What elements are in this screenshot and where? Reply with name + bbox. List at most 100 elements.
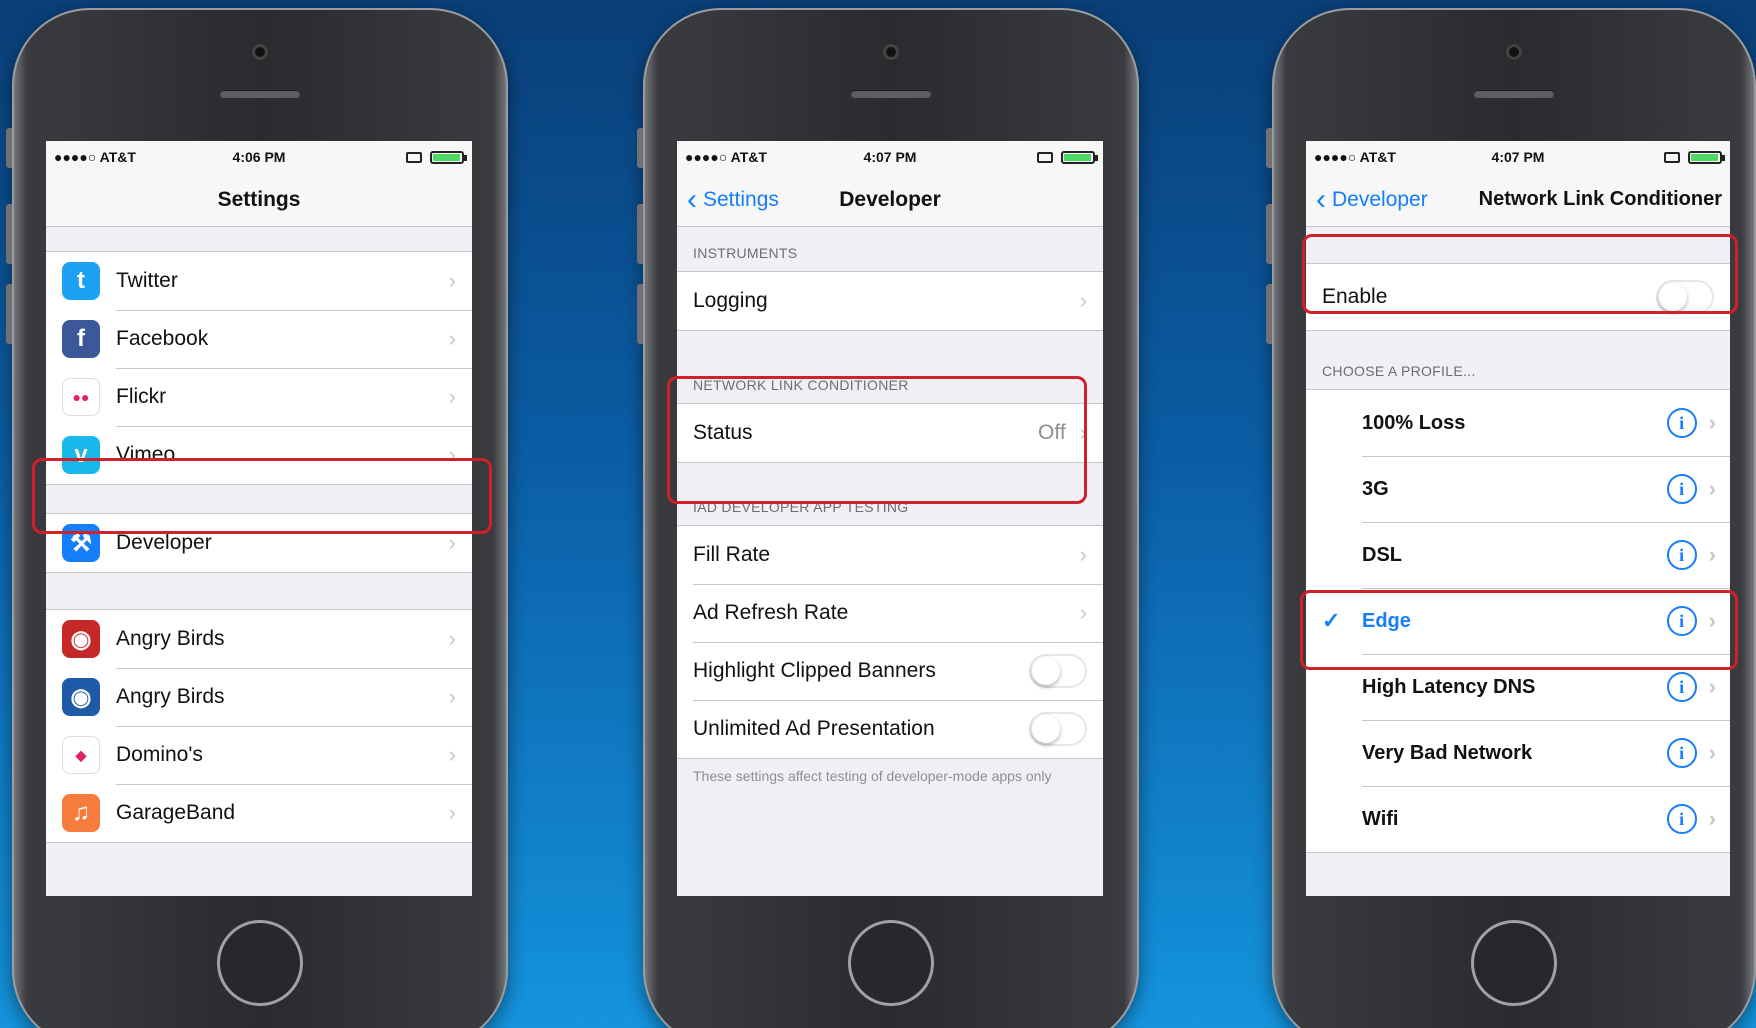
unlimited-ad-label: Unlimited Ad Presentation (693, 717, 935, 740)
profile-label: Wifi (1362, 807, 1399, 830)
settings-item-label: Angry Birds (116, 685, 225, 708)
chevron-right-icon: › (448, 384, 456, 409)
angry-birds-icon: ◉ (62, 678, 100, 716)
page-title: Settings (217, 187, 301, 211)
facebook-icon: f (62, 320, 100, 358)
chevron-left-icon: ‹ (1316, 182, 1326, 216)
home-button[interactable] (1471, 920, 1557, 1006)
chevron-right-icon: › (1708, 806, 1716, 831)
profile-label: 3G (1362, 477, 1389, 500)
profile-row[interactable]: Wifi i › (1306, 786, 1730, 852)
info-icon[interactable]: i (1666, 474, 1697, 504)
volume-down-button (6, 284, 12, 344)
garageband-icon: ♫ (62, 794, 100, 832)
chevron-right-icon: › (448, 626, 456, 651)
unlimited-ad-toggle[interactable] (1029, 712, 1087, 746)
settings-item-domino-s[interactable]: ◆ Domino's › (46, 726, 472, 784)
settings-item-label: GarageBand (116, 801, 236, 824)
profile-row[interactable]: Very Bad Network i › (1306, 720, 1730, 786)
profile-label: Very Bad Network (1362, 741, 1533, 764)
flickr-icon: ●● (62, 378, 100, 416)
ad-refresh-label: Ad Refresh Rate (693, 601, 849, 624)
settings-item-label: Facebook (116, 327, 209, 350)
footer-note: These settings affect testing of develop… (693, 768, 1052, 784)
settings-item-label: Angry Birds (116, 627, 225, 650)
mute-switch (1266, 128, 1272, 168)
info-icon[interactable]: i (1666, 738, 1697, 768)
settings-item-flickr[interactable]: ●● Flickr › (46, 368, 472, 426)
chevron-right-icon: › (448, 268, 456, 293)
highlight-banners-toggle[interactable] (1029, 654, 1087, 688)
profile-row[interactable]: 3G i › (1306, 456, 1730, 522)
fill-rate-row[interactable]: Fill Rate › (677, 526, 1103, 584)
info-icon[interactable]: i (1666, 408, 1697, 438)
battery-icon (1688, 150, 1725, 164)
navigation-bar: Settings (46, 173, 472, 227)
back-label: Settings (703, 187, 779, 211)
apps-group: ◉ Angry Birds › ◉ Angry Birds › ◆ Domino's › ♫ Gar… (46, 609, 472, 843)
mute-switch (6, 128, 12, 168)
settings-item-label: Developer (116, 531, 212, 554)
volume-up-button (637, 204, 643, 264)
settings-item-label: Flickr (116, 385, 167, 408)
chevron-right-icon: › (1708, 410, 1716, 435)
settings-item-twitter[interactable]: t Twitter › (46, 252, 472, 310)
front-camera (252, 44, 268, 60)
status-bar: ●●●●○ AT&T 4:07 PM (1306, 141, 1730, 173)
front-camera (883, 44, 899, 60)
earpiece-speaker (851, 90, 931, 98)
info-icon[interactable]: i (1666, 804, 1697, 834)
phone-settings: ●●●●○ AT&T 4:06 PM Settings t Twitter › f Fa… (6, 8, 508, 1028)
back-button[interactable]: ‹ Developer (1306, 182, 1428, 216)
volume-up-button (6, 204, 12, 264)
mute-switch (637, 128, 643, 168)
profile-row[interactable]: 100% Loss i › (1306, 390, 1730, 456)
settings-item-garageband[interactable]: ♫ GarageBand › (46, 784, 472, 842)
profile-row[interactable]: DSL i › (1306, 522, 1730, 588)
back-button[interactable]: ‹ Settings (677, 182, 779, 216)
fill-rate-label: Fill Rate (693, 543, 771, 566)
status-bar: ●●●●○ AT&T 4:06 PM (46, 141, 472, 173)
clock: 4:07 PM (863, 149, 917, 165)
profile-label: DSL (1362, 543, 1402, 566)
settings-item-angry-birds[interactable]: ◉ Angry Birds › (46, 668, 472, 726)
chevron-right-icon: › (1079, 542, 1087, 567)
edge-highlight (1300, 590, 1738, 670)
instruments-group: Logging › (677, 271, 1103, 331)
settings-item-angry-birds[interactable]: ◉ Angry Birds › (46, 610, 472, 668)
developer-highlight (32, 458, 492, 534)
settings-item-label: Twitter (116, 269, 178, 292)
chevron-right-icon: › (1708, 476, 1716, 501)
profile-label: 100% Loss (1362, 411, 1466, 434)
page-title: Network Link Conditioner (1478, 188, 1722, 210)
volume-down-button (637, 284, 643, 344)
nlc-highlight (667, 376, 1087, 504)
navigation-bar: ‹ Developer Network Link Conditioner (1306, 173, 1730, 227)
chevron-right-icon: › (1708, 740, 1716, 765)
chevron-right-icon: › (1708, 674, 1716, 699)
settings-item-facebook[interactable]: f Facebook › (46, 310, 472, 368)
section-header-profile: CHOOSE A PROFILE... (1322, 363, 1476, 379)
earpiece-speaker (1474, 90, 1554, 98)
home-button[interactable] (848, 920, 934, 1006)
chevron-left-icon: ‹ (687, 182, 697, 216)
navigation-bar: ‹ Settings Developer (677, 173, 1103, 227)
ad-refresh-row[interactable]: Ad Refresh Rate › (677, 584, 1103, 642)
volume-up-button (1266, 204, 1272, 264)
battery-icon (1061, 150, 1098, 164)
logging-label: Logging (693, 289, 768, 312)
chevron-right-icon: › (1079, 288, 1087, 313)
chevron-right-icon: › (448, 742, 456, 767)
info-icon[interactable]: i (1666, 540, 1697, 570)
home-button[interactable] (217, 920, 303, 1006)
logging-row[interactable]: Logging › (677, 272, 1103, 330)
earpiece-speaker (220, 90, 300, 98)
volume-down-button (1266, 284, 1272, 344)
chevron-right-icon: › (448, 800, 456, 825)
clock: 4:06 PM (232, 149, 286, 165)
dominos-icon: ◆ (62, 736, 100, 774)
angry-birds-icon: ◉ (62, 620, 100, 658)
phone-network-link-conditioner: ●●●●○ AT&T 4:07 PM ‹ Developer Network Li… (1266, 8, 1756, 1028)
info-icon[interactable]: i (1666, 672, 1697, 702)
settings-item-label: Domino's (116, 743, 203, 766)
